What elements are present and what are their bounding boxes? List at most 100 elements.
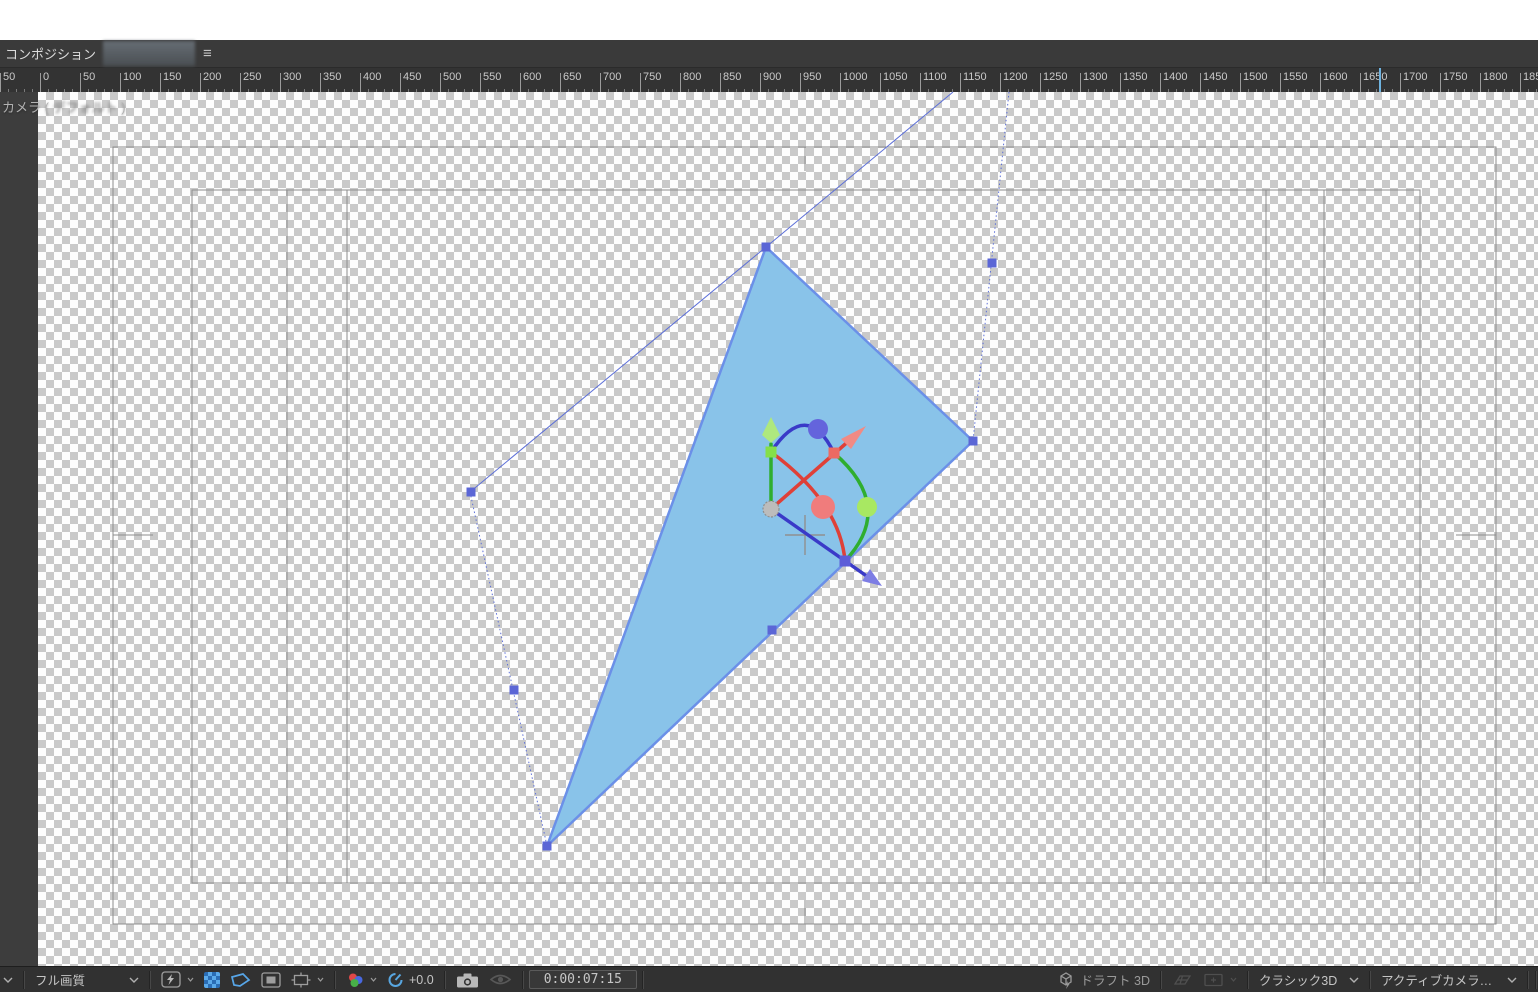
camera-icon: [456, 972, 479, 988]
ruler-major-tick: [1000, 73, 1001, 92]
ruler-major-tick: [640, 73, 641, 92]
xz-plane-handle[interactable]: [811, 495, 835, 519]
viewer-toolbar: フル画質 +0.0 0:00:07:15 ドラフト 3D: [0, 966, 1538, 992]
draft-3d-toggle[interactable]: ドラフト 3D: [1050, 970, 1155, 989]
ruler-major-tick: [200, 73, 201, 92]
renderer-dropdown[interactable]: クラシック3D: [1254, 970, 1364, 989]
path-vertex-handle[interactable]: [988, 259, 997, 268]
show-channel-dropdown[interactable]: [341, 972, 382, 988]
shape-layer-triangle[interactable]: [547, 247, 973, 846]
ruler-major-tick: [320, 73, 321, 92]
ruler-major-tick: [1440, 73, 1441, 92]
ruler-major-tick: [160, 73, 161, 92]
ruler-major-tick: [720, 73, 721, 92]
fast-previews-button[interactable]: [156, 971, 199, 988]
extended-viewer-toggle[interactable]: [1198, 973, 1242, 987]
ruler-label: 1450: [1203, 71, 1227, 83]
panel-menu-icon[interactable]: ≡: [203, 46, 212, 61]
camera-name-redacted: デフォルト: [53, 100, 118, 115]
composition-tab[interactable]: コンポジション: [0, 44, 96, 63]
x-rotate-handle[interactable]: [829, 448, 840, 459]
rgb-channels-icon: [346, 972, 364, 988]
chevron-down-icon: [1230, 977, 1237, 982]
path-vertex-handle[interactable]: [510, 686, 519, 695]
path-vertex-handle[interactable]: [467, 488, 476, 497]
ruler-label: 1050: [883, 71, 907, 83]
ruler-label: 700: [603, 71, 621, 83]
ruler-label: 650: [563, 71, 581, 83]
anchor-point-handle[interactable]: [763, 501, 779, 517]
toolbar-separator: [1160, 971, 1162, 989]
toolbar-separator: [1369, 971, 1371, 989]
ruler-label: 100: [123, 71, 141, 83]
ruler-major-tick: [560, 73, 561, 92]
resolution-dropdown[interactable]: フル画質: [30, 970, 144, 989]
y-rotate-handle[interactable]: [766, 447, 777, 458]
toolbar-separator: [23, 971, 25, 989]
ruler-major-tick: [1400, 73, 1401, 92]
ruler-major-tick: [800, 73, 801, 92]
ruler-major-tick: [1520, 73, 1521, 92]
path-vertex-handle[interactable]: [768, 626, 777, 635]
checkerboard-icon: [204, 972, 220, 988]
path-vertex-handle[interactable]: [543, 842, 552, 851]
ruler-major-tick: [880, 73, 881, 92]
path-vertex-handle[interactable]: [969, 437, 978, 446]
mask-shape-icon: [230, 972, 251, 988]
chevron-down-icon: [317, 977, 324, 982]
region-of-interest-button[interactable]: [286, 972, 329, 988]
ruler-label: 1600: [1323, 71, 1347, 83]
ruler-major-tick: [360, 73, 361, 92]
ruler-major-tick: [40, 73, 41, 92]
grid-guide-options-button[interactable]: [256, 972, 286, 988]
ruler-major-tick: [1120, 73, 1121, 92]
ruler-major-tick: [1280, 73, 1281, 92]
z-rotate-handle[interactable]: [840, 556, 851, 567]
ruler-label: 1650: [1363, 71, 1387, 83]
ruler-major-tick: [120, 73, 121, 92]
ruler-major-tick: [0, 73, 1, 92]
path-vertex-handle[interactable]: [762, 243, 771, 252]
ruler-label: 450: [403, 71, 421, 83]
z-axis-arrowhead[interactable]: [862, 569, 882, 586]
ruler-label: 950: [803, 71, 821, 83]
yz-plane-handle[interactable]: [857, 497, 877, 517]
extended-viewer-icon: [1203, 973, 1224, 987]
exposure-control[interactable]: +0.0: [382, 972, 439, 988]
transparency-grid-toggle[interactable]: [199, 972, 225, 988]
ruler-label: 850: [723, 71, 741, 83]
ruler-major-tick: [1320, 73, 1321, 92]
ruler-major-tick: [920, 73, 921, 92]
ruler-major-tick: [480, 73, 481, 92]
show-snapshot-button[interactable]: [484, 972, 517, 987]
ruler-major-tick: [760, 73, 761, 92]
region-of-interest-icon: [291, 972, 311, 988]
magnification-dropdown[interactable]: [0, 977, 18, 983]
ruler-major-tick: [1040, 73, 1041, 92]
xy-plane-handle[interactable]: [808, 419, 828, 439]
ruler-label: 800: [683, 71, 701, 83]
horizontal-ruler[interactable]: 5005010015020025030035040045050055060065…: [0, 68, 1538, 92]
ruler-label: 1850: [1523, 71, 1538, 83]
take-snapshot-button[interactable]: [451, 972, 484, 988]
ruler-major-tick: [280, 73, 281, 92]
ruler-label: 1700: [1403, 71, 1427, 83]
ruler-label: 600: [523, 71, 541, 83]
exposure-value[interactable]: +0.0: [409, 973, 434, 987]
ruler-major-tick: [960, 73, 961, 92]
mask-path-visibility-toggle[interactable]: [225, 972, 256, 988]
ruler-label: 1750: [1443, 71, 1467, 83]
view-layout-dropdown[interactable]: アクティブカメラ…: [1376, 970, 1522, 989]
window-top-margin: [0, 0, 1538, 40]
ruler-label: 1300: [1083, 71, 1107, 83]
composition-viewport[interactable]: カメラ ( デフォルト ): [0, 92, 1538, 966]
current-time-field[interactable]: 0:00:07:15: [529, 970, 637, 989]
ruler-major-tick: [400, 73, 401, 92]
ground-plane-toggle[interactable]: [1167, 973, 1198, 987]
ruler-label: 50: [3, 71, 15, 83]
lightning-icon: [161, 971, 181, 988]
draft-3d-label: ドラフト 3D: [1081, 970, 1150, 989]
ruler-label: 1200: [1003, 71, 1027, 83]
toolbar-separator: [149, 971, 151, 989]
ruler-major-tick: [240, 73, 241, 92]
